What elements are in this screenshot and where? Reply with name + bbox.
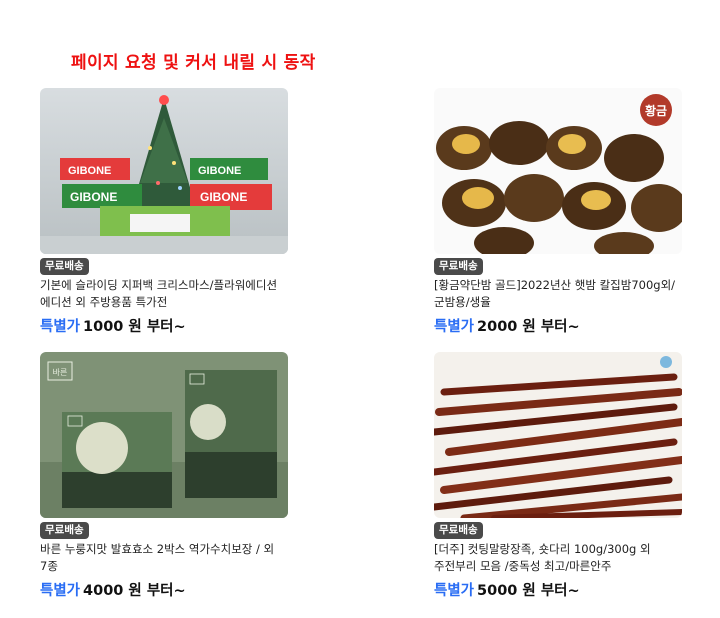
product-card[interactable]: 바른 무료배송 바른 누룽지맛 발효효소 2박스 역가수치보장 / 외 7종 특… xyxy=(40,352,288,600)
product-name[interactable]: [더주] 컷팅말랑장족, 숏다리 100g/300g 외 주전부리 모음 /중독… xyxy=(434,541,686,575)
product-price: 특별가 4000 원 부터~ xyxy=(40,579,288,600)
svg-text:바른: 바른 xyxy=(53,367,68,377)
free-shipping-badge: 무료배송 xyxy=(434,522,483,539)
price-value: 4000 원 부터~ xyxy=(83,583,186,599)
enzyme-box-image: 바른 xyxy=(40,352,288,518)
svg-text:GIBONE: GIBONE xyxy=(68,165,111,177)
price-label: 특별가 xyxy=(434,583,475,599)
price-label: 특별가 xyxy=(40,583,81,599)
product-name[interactable]: [황금약단밤 골드]2022년산 햇밤 칼집밤700g외/군밤용/생율 xyxy=(434,277,686,311)
svg-text:GIBONE: GIBONE xyxy=(70,190,117,204)
svg-text:황금: 황금 xyxy=(645,103,667,118)
price-label: 특별가 xyxy=(40,319,81,335)
price-value: 1000 원 부터~ xyxy=(83,319,186,335)
free-shipping-badge: 무료배송 xyxy=(40,522,89,539)
product-card[interactable]: 황금 무료배송 [황금약단밤 골드]2022년산 햇밤 칼집밤700g외/군밤용… xyxy=(434,88,682,336)
price-value: 2000 원 부터~ xyxy=(477,319,580,335)
product-image[interactable]: GIBONE GIBONE GIBONE GIBONE xyxy=(40,88,288,254)
product-image[interactable] xyxy=(434,352,682,518)
price-label: 특별가 xyxy=(434,319,475,335)
roasted-chestnuts-image: 황금 xyxy=(434,88,682,254)
dried-squid-legs-image xyxy=(434,352,682,518)
page-title: 페이지 요청 및 커서 내릴 시 동작 xyxy=(71,53,316,73)
svg-text:GIBONE: GIBONE xyxy=(200,190,247,204)
svg-text:GIBONE: GIBONE xyxy=(198,165,241,177)
product-card[interactable]: 무료배송 [더주] 컷팅말랑장족, 숏다리 100g/300g 외 주전부리 모… xyxy=(434,352,682,600)
product-card[interactable]: GIBONE GIBONE GIBONE GIBONE 무료배송 기본에 슬라이… xyxy=(40,88,288,336)
price-value: 5000 원 부터~ xyxy=(477,583,580,599)
product-price: 특별가 5000 원 부터~ xyxy=(434,579,682,600)
product-price: 특별가 2000 원 부터~ xyxy=(434,315,682,336)
free-shipping-badge: 무료배송 xyxy=(40,258,89,275)
product-image[interactable]: 황금 xyxy=(434,88,682,254)
product-name[interactable]: 기본에 슬라이딩 지퍼백 크리스마스/플라워에디션 에디션 외 주방용품 특가전 xyxy=(40,277,292,311)
product-price: 특별가 1000 원 부터~ xyxy=(40,315,288,336)
product-image[interactable]: 바른 xyxy=(40,352,288,518)
free-shipping-badge: 무료배송 xyxy=(434,258,483,275)
christmas-zipper-bags-image: GIBONE GIBONE GIBONE GIBONE xyxy=(40,88,288,254)
product-name[interactable]: 바른 누룽지맛 발효효소 2박스 역가수치보장 / 외 7종 xyxy=(40,541,292,575)
